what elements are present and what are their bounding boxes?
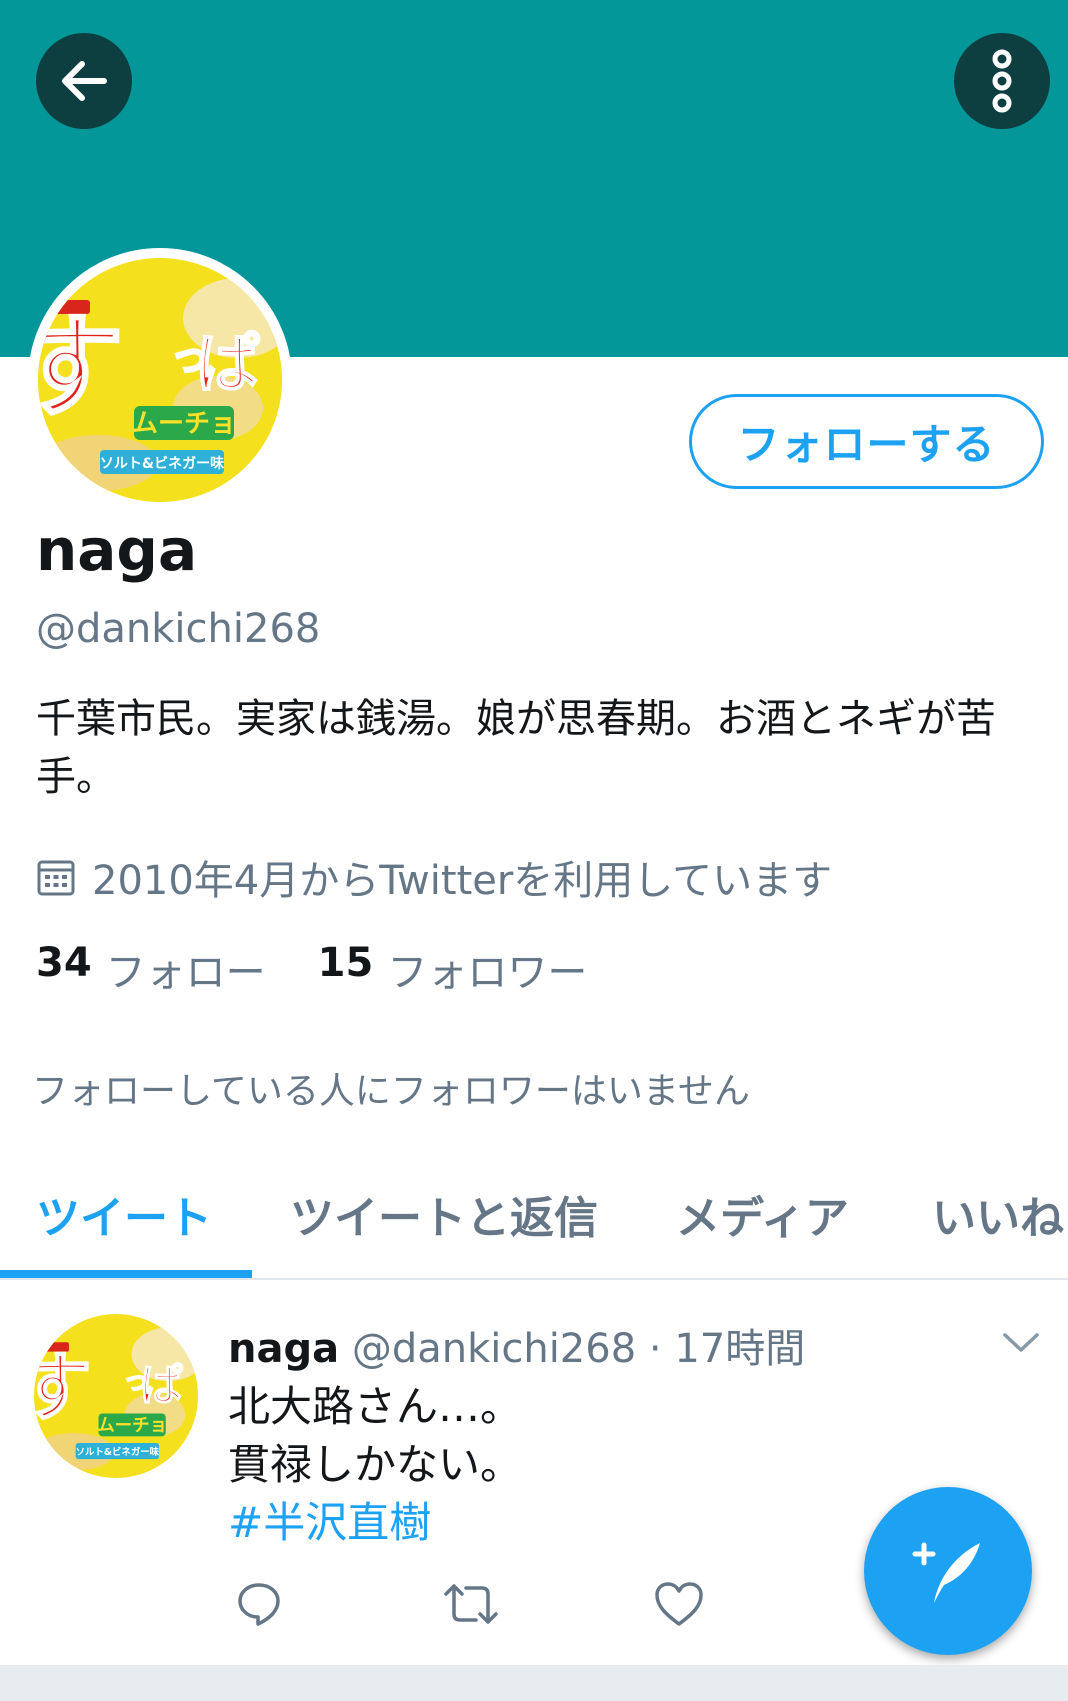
display-name: naga	[36, 516, 198, 584]
svg-text:ぱ: ぱ	[196, 328, 260, 402]
arrow-left-icon	[62, 61, 107, 101]
tweet-author-name: naga	[228, 1326, 340, 1372]
tweet-author-handle: @dankichi268	[351, 1326, 637, 1372]
tweet-text: 北大路さん…。 貫禄しかない。 #半沢直樹	[228, 1378, 522, 1552]
tweet-time: 17時間	[674, 1326, 806, 1372]
tweet-line-2: 貫禄しかない。	[228, 1440, 523, 1489]
following-label: フォロー	[105, 950, 266, 996]
followers-label: フォロワー	[387, 950, 588, 996]
joined-text: 2010年4月からTwitterを利用しています	[92, 858, 833, 904]
following-link[interactable]: 34 フォロー	[36, 940, 266, 998]
reply-icon[interactable]	[235, 1580, 283, 1628]
followers-link[interactable]: 15 フォロワー	[318, 940, 588, 998]
svg-text:す: す	[34, 1343, 92, 1431]
svg-text:ムーチョ: ムーチョ	[132, 409, 236, 439]
following-count: 34	[36, 940, 92, 986]
follow-button[interactable]: フォローする	[689, 394, 1044, 489]
user-handle: @dankichi268	[36, 606, 321, 652]
heart-icon[interactable]	[654, 1580, 704, 1628]
svg-text:ムーチョ: ムーチョ	[97, 1416, 167, 1436]
known-followers-text: フォローしている人にフォロワーはいません	[32, 1071, 750, 1112]
profile-tabs: ツイート ツイートと返信 メディア いいね	[0, 1160, 1068, 1280]
tab-tweets[interactable]: ツイート	[36, 1160, 212, 1280]
calendar-icon	[37, 860, 75, 896]
tweet-header: naga @dankichi268 · 17時間	[228, 1316, 805, 1374]
svg-text:ぱ: ぱ	[140, 1361, 183, 1411]
follow-stats: 34 フォロー 15 フォロワー	[36, 940, 639, 998]
joined-date: 2010年4月からTwitterを利用しています	[36, 848, 832, 906]
tab-tweets-and-replies[interactable]: ツイートと返信	[290, 1160, 598, 1280]
profile-bio: 千葉市民。実家は銭湯。娘が思春期。お酒とネギが苦手。	[36, 696, 996, 800]
tweet-avatar[interactable]: す っ ぱ ムーチョ ソルト&ビネガー味	[34, 1314, 198, 1478]
tweet-hashtag[interactable]: #半沢直樹	[228, 1494, 522, 1552]
retweet-icon[interactable]	[442, 1580, 500, 1628]
followers-count: 15	[317, 940, 374, 986]
avatar[interactable]: す っ ぱ ムーチョ ソルト&ビネガー味	[38, 258, 282, 502]
tweet-separator: ·	[648, 1326, 662, 1372]
bottom-divider	[0, 1665, 1068, 1701]
tab-likes[interactable]: いいね	[932, 1160, 1064, 1280]
compose-tweet-button[interactable]	[864, 1487, 1032, 1655]
active-tab-indicator	[0, 1270, 252, 1278]
compose-tweet-icon	[912, 1542, 980, 1603]
more-options-button[interactable]	[954, 33, 1050, 129]
tab-media[interactable]: メディア	[676, 1160, 849, 1280]
chevron-down-icon[interactable]	[1002, 1332, 1040, 1354]
more-vertical-icon	[992, 49, 1012, 113]
svg-text:ソルト&ビネガー味: ソルト&ビネガー味	[76, 1446, 160, 1458]
svg-text:す: す	[38, 303, 124, 433]
back-button[interactable]	[36, 33, 132, 129]
svg-text:ソルト&ビネガー味: ソルト&ビネガー味	[100, 456, 224, 472]
tweet-line-1: 北大路さん…。	[228, 1382, 523, 1431]
